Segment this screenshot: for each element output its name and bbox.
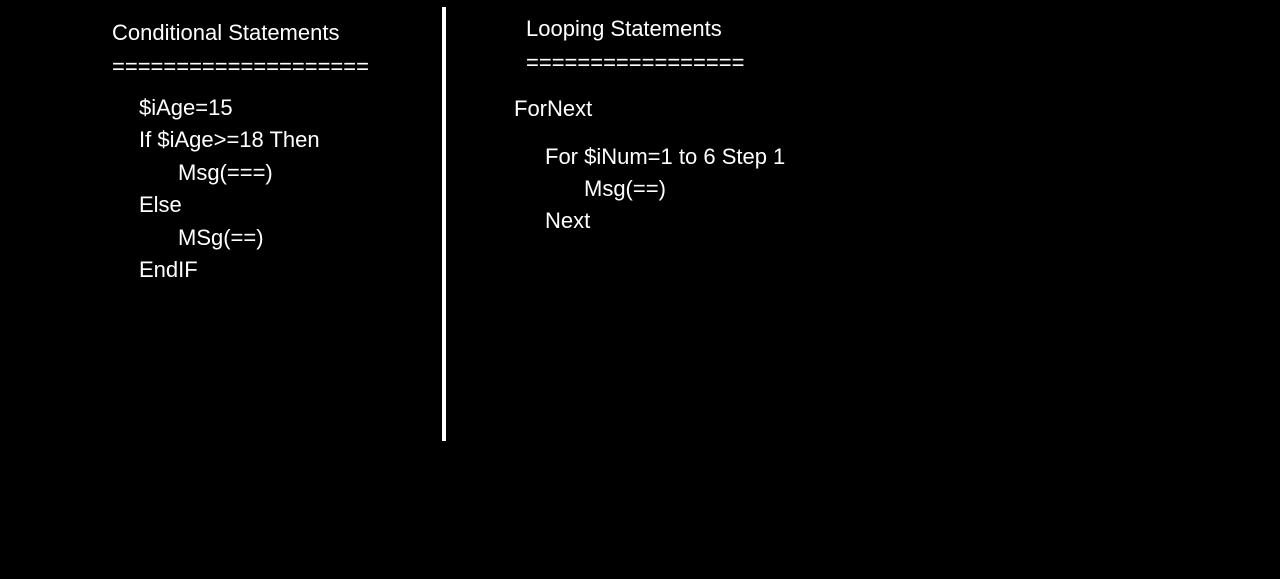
code-line-conditional-5: MSg(==) [178,225,264,250]
code-line-conditional-2: If $iAge>=18 Then [139,127,320,152]
looping-underline: ================= [526,50,745,75]
vertical-divider [442,7,446,441]
looping-heading: Looping Statements [526,16,722,41]
slide: Conditional Statements =================… [0,0,1280,579]
code-line-conditional-1: $iAge=15 [139,95,233,120]
conditional-heading: Conditional Statements [112,20,340,45]
code-line-conditional-6: EndIF [139,257,198,282]
code-line-conditional-3: Msg(===) [178,160,273,185]
code-line-looping-2: Msg(==) [584,176,666,201]
conditional-underline: ==================== [112,54,369,79]
code-line-looping-1: For $iNum=1 to 6 Step 1 [545,144,786,169]
code-line-conditional-4: Else [139,192,182,217]
code-line-looping-3: Next [545,208,591,233]
fornext-subheading: ForNext [514,96,593,121]
